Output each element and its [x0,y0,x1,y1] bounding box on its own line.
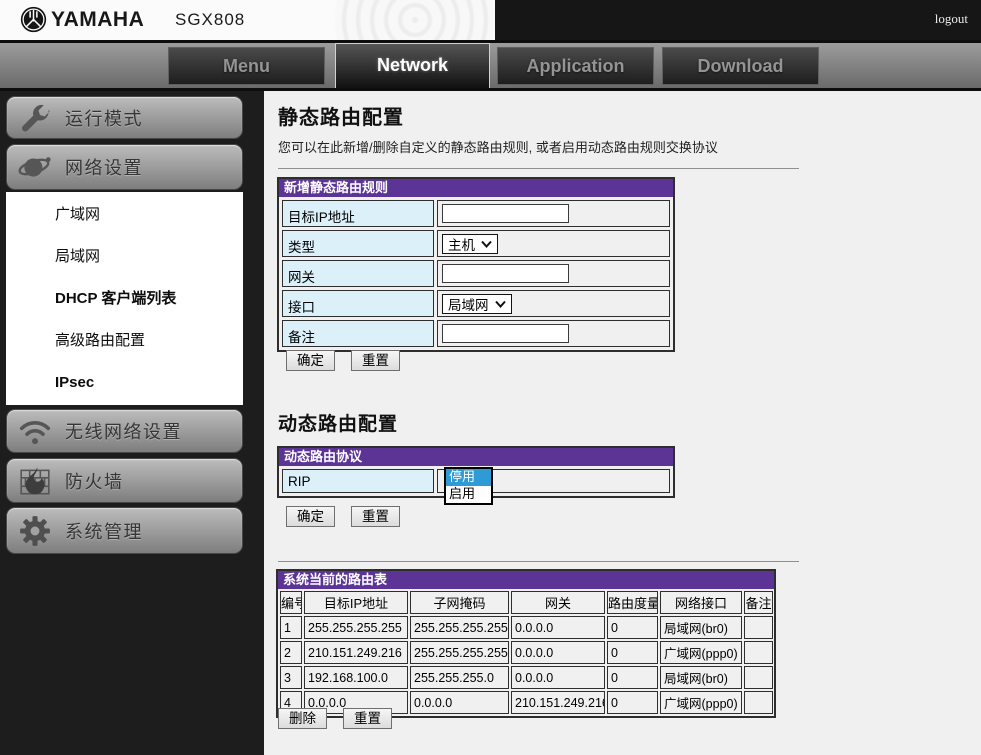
sidebar-subitem-dhcp-clients[interactable]: DHCP 客户端列表 [6,278,243,320]
static-form-buttons: 确定 重置 [286,350,400,371]
col-header: 目标IP地址 [304,591,408,614]
ripple-decoration [335,0,495,40]
col-header: 网络接口 [660,591,742,614]
remark-input[interactable] [442,324,569,343]
router-admin-page: YAMAHA SGX808 logout Menu Network Applic… [0,0,981,755]
col-header: 子网掩码 [410,591,509,614]
top-header: YAMAHA SGX808 logout [0,0,981,40]
dropdown-option-disable[interactable]: 停用 [446,469,491,486]
model-name: SGX808 [175,10,245,30]
sidebar-item-system-management[interactable]: 系统管理 [6,507,243,554]
col-header: 编号 [280,591,302,614]
reset-button[interactable]: 重置 [343,708,392,729]
type-select-value: 主机 [448,234,475,254]
tab-network[interactable]: Network [335,43,490,88]
routing-table-buttons: 删除 重置 [278,708,392,729]
chevron-down-icon [495,300,506,308]
brand-name: YAMAHA [51,8,144,32]
sidebar-item-firewall[interactable]: 防火墙 [6,458,243,503]
target-ip-input[interactable] [442,204,569,223]
form-row-target-ip: 目标IP地址 [282,200,670,227]
sidebar-item-label: 无线网络设置 [65,418,182,444]
table-row: 3 192.168.100.0 255.255.255.0 0.0.0.0 0 … [280,666,773,689]
sidebar-subitem-advanced-routing[interactable]: 高级路由配置 [6,320,243,362]
section-divider [278,561,799,562]
dynamic-route-title: 动态路由配置 [278,409,398,436]
field-label: RIP [282,469,434,493]
header-brand-area: YAMAHA SGX808 [0,0,495,40]
gear-icon [18,514,52,548]
form-row-interface: 接口 局域网 [282,290,670,317]
dropdown-option-enable[interactable]: 启用 [446,486,491,503]
routing-table-header-row: 编号 目标IP地址 子网掩码 网关 路由度量 网络接口 备注 [280,591,773,614]
sidebar-subitem-lan[interactable]: 局域网 [6,236,243,278]
chevron-down-icon [481,240,492,248]
sidebar-item-label: 防火墙 [65,468,124,494]
sidebar-item-label: 运行模式 [65,105,143,131]
form-header: 动态路由协议 [279,448,673,466]
sidebar-subitem-ipsec[interactable]: IPsec [6,362,243,404]
sidebar: 运行模式 网络设置 广域网 局域网 DHCP 客户端列表 高级路由配置 IPse… [0,91,264,755]
wifi-icon [18,414,52,448]
gateway-input[interactable] [442,264,569,283]
col-header: 网关 [511,591,605,614]
field-label: 备注 [282,320,434,347]
col-header: 备注 [744,591,773,614]
section-divider [278,168,799,169]
table-row: 2 210.151.249.216 255.255.255.255 0.0.0.… [280,641,773,664]
tab-menu[interactable]: Menu [168,47,325,85]
interface-select[interactable]: 局域网 [442,294,512,314]
field-label: 类型 [282,230,434,257]
dynamic-form-buttons: 确定 重置 [286,506,400,527]
reset-button[interactable]: 重置 [351,506,400,527]
tab-application[interactable]: Application [497,47,654,85]
main-content: 静态路由配置 您可以在此新增/删除自定义的静态路由规则, 或者启用动态路由规则交… [264,91,981,755]
routing-table-panel: 系统当前的路由表 编号 目标IP地址 子网掩码 网关 路由度量 网络接口 备注 … [276,569,776,718]
interface-select-value: 局域网 [448,294,489,314]
rip-dropdown-open: 停用 启用 [444,467,493,505]
col-header: 路由度量 [607,591,658,614]
field-label: 网关 [282,260,434,287]
table-row: 1 255.255.255.255 255.255.255.255 0.0.0.… [280,616,773,639]
logout-link[interactable]: logout [935,11,968,27]
form-row-type: 类型 主机 [282,230,670,257]
field-label: 接口 [282,290,434,317]
sidebar-item-label: 网络设置 [65,154,143,180]
type-select[interactable]: 主机 [442,234,498,254]
form-header: 新增静态路由规则 [279,179,673,197]
sidebar-item-label: 系统管理 [65,518,143,544]
sidebar-item-operation-mode[interactable]: 运行模式 [6,96,243,139]
ok-button[interactable]: 确定 [286,506,335,527]
form-row-remark: 备注 [282,320,670,347]
form-row-gateway: 网关 [282,260,670,287]
yamaha-logo: YAMAHA [20,6,144,33]
ok-button[interactable]: 确定 [286,350,335,371]
firewall-icon [18,464,52,498]
routing-table: 编号 目标IP地址 子网掩码 网关 路由度量 网络接口 备注 1 255.255… [278,589,775,716]
globe-icon [18,150,52,184]
sidebar-item-wireless-settings[interactable]: 无线网络设置 [6,409,243,453]
sidebar-subitem-wan[interactable]: 广域网 [6,194,243,236]
static-route-form: 新增静态路由规则 目标IP地址 类型 主机 [277,177,675,352]
page-title: 静态路由配置 [278,101,404,130]
network-submenu: 广域网 局域网 DHCP 客户端列表 高级路由配置 IPsec [6,192,243,405]
yamaha-tuning-fork-icon [20,6,47,33]
wrench-icon [18,101,52,135]
page-description: 您可以在此新增/删除自定义的静态路由规则, 或者启用动态路由规则交换协议 [278,137,718,156]
field-label: 目标IP地址 [282,200,434,227]
sidebar-item-network-settings[interactable]: 网络设置 [6,144,243,190]
reset-button[interactable]: 重置 [351,350,400,371]
main-nav: Menu Network Application Download [0,43,981,88]
tab-download[interactable]: Download [662,47,819,85]
delete-button[interactable]: 删除 [278,708,327,729]
routing-table-header: 系统当前的路由表 [278,571,774,589]
